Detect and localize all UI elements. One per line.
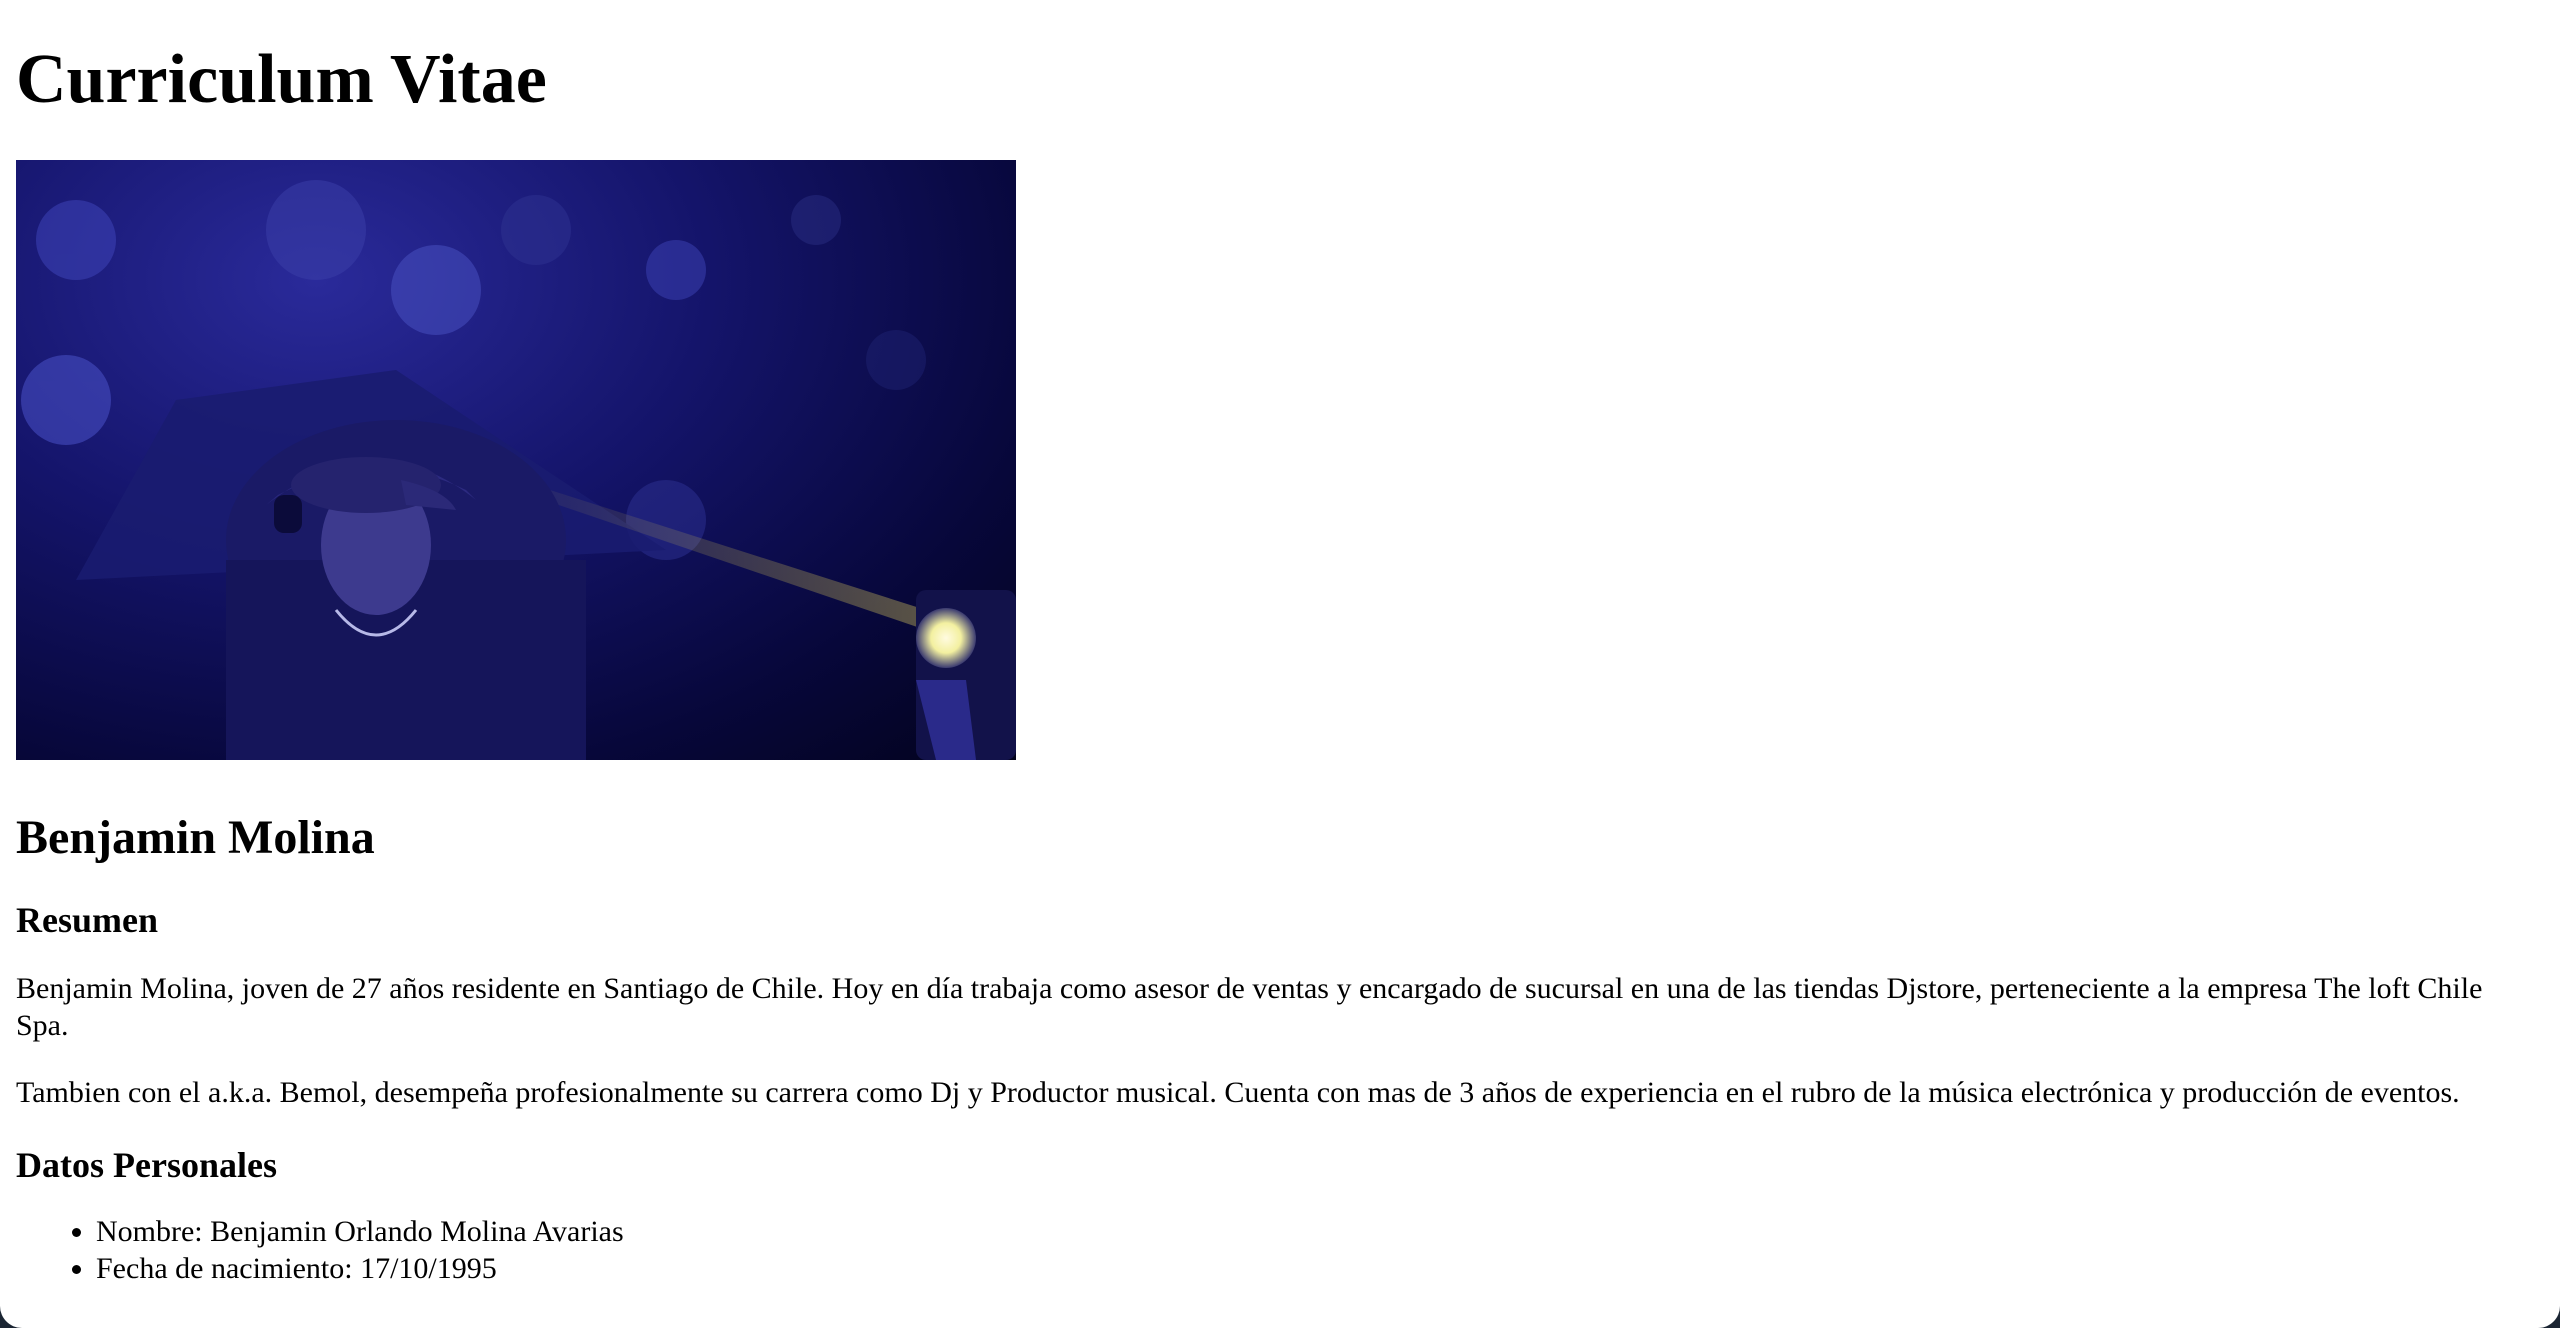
summary-paragraph-1: Benjamin Molina, joven de 27 años reside…: [16, 972, 2483, 1042]
browser-page: Curriculum Vitae Benjamin Molina Resumen…: [0, 0, 2560, 1328]
list-item: Nombre: Benjamin Orlando Molina Avarias: [96, 1213, 2536, 1250]
personal-data-list: Nombre: Benjamin Orlando Molina Avarias …: [16, 1213, 2536, 1287]
profile-photo: [16, 160, 1016, 760]
summary-heading: Resumen: [16, 900, 158, 940]
list-item: Fecha de nacimiento: 17/10/1995: [96, 1250, 2536, 1287]
summary-paragraph-2: Tambien con el a.k.a. Bemol, desempeña p…: [16, 1076, 2460, 1109]
person-name: Benjamin Molina: [16, 811, 375, 864]
personal-data-heading: Datos Personales: [16, 1145, 277, 1185]
cv-content: Curriculum Vitae Benjamin Molina Resumen…: [16, 0, 2536, 1287]
page-title: Curriculum Vitae: [16, 41, 547, 118]
